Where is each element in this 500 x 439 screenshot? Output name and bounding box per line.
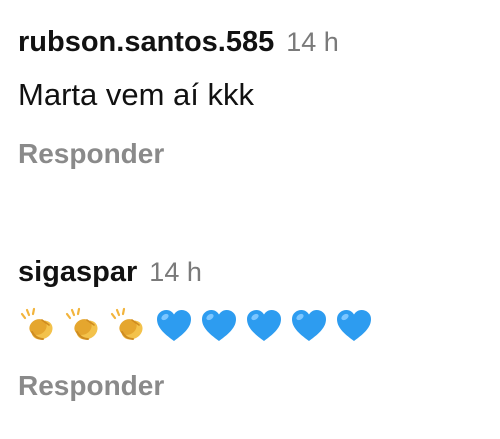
- comment-username[interactable]: sigaspar: [18, 252, 137, 292]
- comment-username[interactable]: rubson.santos.585: [18, 22, 274, 62]
- reply-button[interactable]: Responder: [18, 135, 164, 173]
- clapping-hands-icon: [108, 305, 150, 347]
- reply-button[interactable]: Responder: [18, 367, 164, 405]
- comment-emoji-text: [18, 304, 490, 348]
- blue-heart-icon: [198, 305, 240, 347]
- clapping-hands-icon: [18, 305, 60, 347]
- comment: rubson.santos.585 14 h Marta vem aí kkk …: [18, 22, 490, 173]
- comment-timestamp: 14 h: [149, 257, 202, 287]
- blue-heart-icon: [243, 305, 285, 347]
- blue-heart-icon: [153, 305, 195, 347]
- blue-heart-icon: [333, 305, 375, 347]
- clapping-hands-icon: [63, 305, 105, 347]
- comment-text: Marta vem aí kkk: [18, 77, 254, 112]
- comment-header: rubson.santos.585 14 h: [18, 22, 490, 62]
- blue-heart-icon: [288, 305, 330, 347]
- comment-timestamp: 14 h: [286, 27, 339, 57]
- comment: sigaspar 14 h Responder: [18, 252, 490, 405]
- comment-header: sigaspar 14 h: [18, 252, 490, 292]
